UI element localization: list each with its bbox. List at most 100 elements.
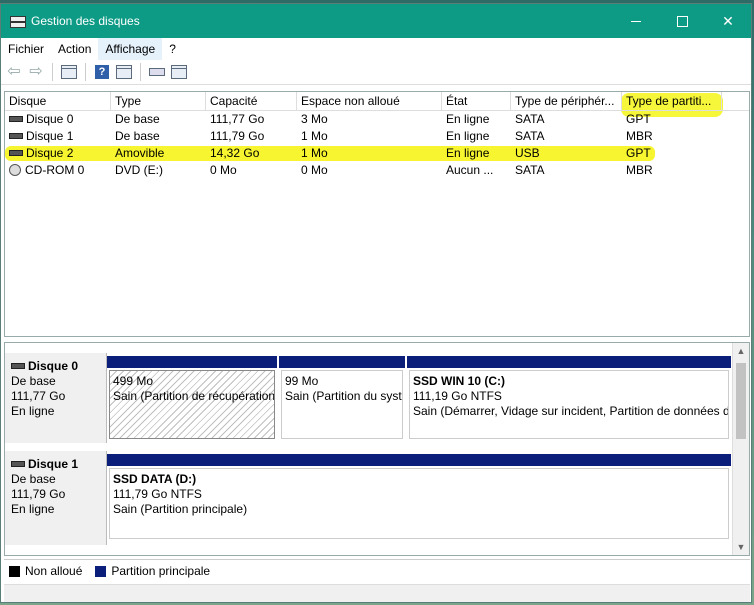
disk-size: 111,79 Go: [11, 487, 66, 501]
scroll-up-icon[interactable]: ▲: [736, 346, 746, 356]
cell-capacity: 111,77 Go: [210, 112, 265, 126]
column-header-disque[interactable]: Disque: [5, 92, 111, 110]
disk-list-header: Disque Type Capacité Espace non alloué É…: [5, 92, 749, 111]
cell-capacity: 111,79 Go: [210, 129, 265, 143]
cell-text: Disque 1: [26, 129, 74, 143]
forward-button[interactable]: ⇨: [26, 62, 46, 82]
disk-size: 111,77 Go: [11, 389, 66, 403]
maximize-button[interactable]: [659, 4, 705, 38]
rescan-icon: [149, 68, 165, 76]
cell-text: Disque 0: [26, 112, 74, 126]
scroll-down-icon[interactable]: ▼: [736, 542, 746, 552]
cell-type: Amovible: [115, 146, 165, 160]
partition-size: 111,79 Go NTFS: [113, 487, 202, 501]
column-header-capacite[interactable]: Capacité: [206, 92, 297, 110]
menu-affichage[interactable]: Affichage: [98, 38, 163, 60]
partition-status: Sain (Partition du système EFI): [285, 389, 402, 403]
forward-icon: ⇨: [29, 63, 43, 80]
removable-disk-icon: [9, 149, 23, 156]
list-button[interactable]: [169, 62, 189, 82]
disk-management-window: Gestion des disques ✕ Fichier Action Aff…: [0, 3, 752, 603]
cell-device-type: USB: [515, 146, 540, 160]
legend: Non alloué Partition principale: [4, 559, 750, 582]
disk-info-panel[interactable]: Disque 1 De base 111,79 Go En ligne: [5, 451, 107, 545]
legend-swatch-primary: [95, 565, 107, 577]
back-button[interactable]: ⇦: [4, 62, 24, 82]
partition-size: 499 Mo: [113, 374, 154, 388]
disk-map-row: Disque 1 De base 111,79 Go En ligne SSD …: [5, 451, 733, 545]
disk-info-panel[interactable]: Disque 0 De base 111,77 Go En ligne: [5, 353, 107, 443]
window-title: Gestion des disques: [31, 14, 140, 28]
disk-list-row[interactable]: CD-ROM 0 DVD (E:) 0 Mo 0 Mo Aucun ... SA…: [5, 162, 749, 179]
menu-help[interactable]: ?: [162, 38, 183, 60]
disk-status: En ligne: [11, 502, 55, 516]
properties-icon: [61, 65, 77, 79]
help-button[interactable]: ?: [92, 62, 112, 82]
disk-name: Disque 0: [28, 359, 79, 373]
column-header-type-peripherique[interactable]: Type de périphér...: [511, 92, 622, 110]
partition-bar: [107, 356, 277, 368]
cell-type: DVD (E:): [115, 163, 163, 177]
hard-disk-icon: [9, 115, 23, 122]
cell-status: En ligne: [446, 112, 490, 126]
partition-efi[interactable]: 99 Mo Sain (Partition du système EFI): [279, 356, 405, 442]
partition-body: 499 Mo Sain (Partition de récupération): [109, 370, 275, 439]
cell-disk-name: Disque 0: [5, 111, 111, 128]
cell-unallocated: 0 Mo: [301, 163, 328, 177]
hard-disk-icon: [11, 460, 25, 467]
help-icon: ?: [95, 65, 109, 79]
column-header-espace-non-alloue[interactable]: Espace non alloué: [297, 92, 442, 110]
title-bar[interactable]: Gestion des disques ✕: [1, 4, 751, 38]
disk-status: En ligne: [11, 404, 55, 418]
partition-c[interactable]: SSD WIN 10 (C:) 111,19 Go NTFS Sain (Dém…: [407, 356, 731, 442]
column-header-type-partition[interactable]: Type de partiti...: [622, 92, 722, 110]
partition-recovery[interactable]: 499 Mo Sain (Partition de récupération): [107, 356, 277, 442]
minimize-button[interactable]: [613, 4, 659, 38]
cell-disk-name: Disque 2: [5, 145, 111, 162]
cell-status: En ligne: [446, 129, 490, 143]
partition-status: Sain (Démarrer, Vidage sur incident, Par…: [413, 404, 729, 418]
disk-list-row[interactable]: Disque 1 De base 111,79 Go 1 Mo En ligne…: [5, 128, 749, 145]
back-icon: ⇦: [7, 63, 21, 80]
cell-unallocated: 3 Mo: [301, 112, 328, 126]
column-header-type[interactable]: Type: [111, 92, 206, 110]
partition-body: SSD WIN 10 (C:) 111,19 Go NTFS Sain (Dém…: [409, 370, 729, 439]
cell-capacity: 14,32 Go: [210, 146, 260, 160]
cell-status: Aucun ...: [446, 163, 494, 177]
cell-text: Disque 2: [26, 146, 74, 160]
close-button[interactable]: ✕: [705, 4, 751, 38]
partition-body: SSD DATA (D:) 111,79 Go NTFS Sain (Parti…: [109, 468, 729, 539]
menu-action[interactable]: Action: [51, 38, 98, 60]
partition-d[interactable]: SSD DATA (D:) 111,79 Go NTFS Sain (Parti…: [107, 454, 731, 542]
toolbar-separator: [85, 63, 86, 81]
partition-size: 99 Mo: [285, 374, 319, 388]
menu-fichier[interactable]: Fichier: [1, 38, 51, 60]
column-header-etat[interactable]: État: [442, 92, 511, 110]
cell-text: CD-ROM 0: [25, 163, 85, 177]
cell-partition-style: GPT: [626, 112, 651, 126]
menu-bar: Fichier Action Affichage ?: [1, 38, 751, 60]
disk-map-row: Disque 0 De base 111,77 Go En ligne 499 …: [5, 353, 733, 443]
maximize-icon: [676, 15, 688, 27]
cell-device-type: SATA: [515, 163, 545, 177]
cell-device-type: SATA: [515, 129, 545, 143]
disk-list-row-highlighted[interactable]: Disque 2 Amovible 14,32 Go 1 Mo En ligne…: [5, 145, 749, 162]
cell-status: En ligne: [446, 146, 490, 160]
disk-kind: De base: [11, 472, 56, 486]
toolbar-separator: [52, 63, 53, 81]
cell-partition-style: MBR: [626, 129, 653, 143]
rescan-button[interactable]: [147, 62, 167, 82]
vertical-scrollbar[interactable]: ▲ ▼: [732, 343, 749, 555]
legend-label-unallocated: Non alloué: [25, 564, 83, 578]
list-icon: [171, 65, 187, 79]
cell-type: De base: [115, 129, 160, 143]
disk-list-row[interactable]: Disque 0 De base 111,77 Go 3 Mo En ligne…: [5, 111, 749, 128]
scroll-thumb[interactable]: [736, 363, 746, 439]
view-button[interactable]: [114, 62, 134, 82]
view-icon: [116, 65, 132, 79]
disk-management-icon: [9, 14, 26, 28]
disk-map-pane: Disque 0 De base 111,77 Go En ligne 499 …: [4, 342, 750, 556]
partition-title: SSD DATA (D:): [113, 472, 197, 486]
partition-bar: [107, 454, 731, 466]
properties-button[interactable]: [59, 62, 79, 82]
